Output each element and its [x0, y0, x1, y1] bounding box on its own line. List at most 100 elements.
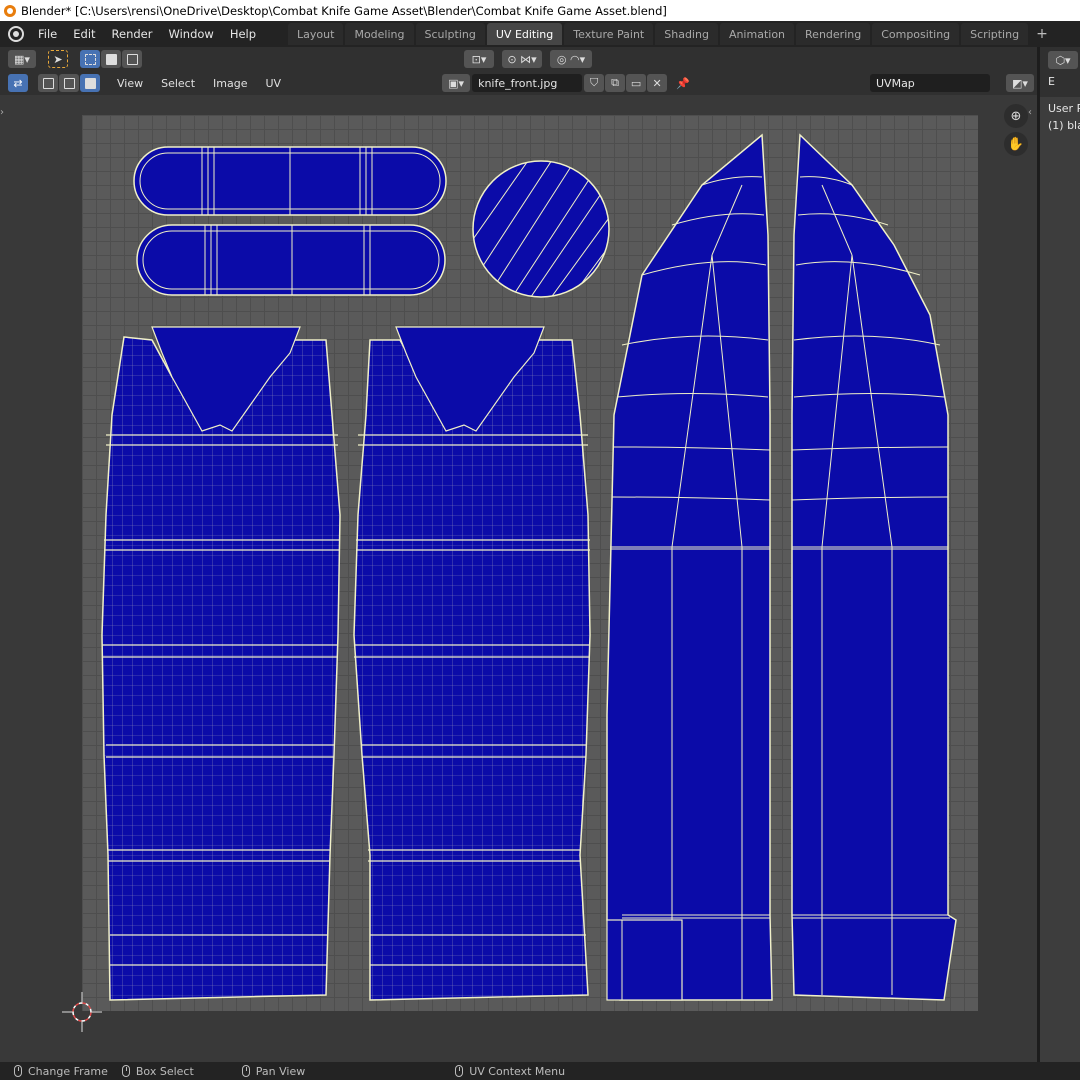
image-browse-icon: ▣▾ — [448, 76, 465, 90]
tab-shading[interactable]: Shading — [655, 23, 718, 45]
window-title: Blender* [C:\Users\rensi\OneDrive\Deskto… — [21, 3, 667, 18]
tab-scripting[interactable]: Scripting — [961, 23, 1029, 45]
mouse-icon — [241, 1065, 250, 1077]
3d-viewport-panel: ⬡▾ E User Pe (1) blac — [1040, 47, 1080, 1062]
mouse-icon — [455, 1065, 464, 1077]
menu-edit[interactable]: Edit — [65, 27, 103, 41]
tab-layout[interactable]: Layout — [288, 23, 344, 45]
proportional-icon: ◎ ◠▾ — [556, 52, 586, 66]
status-pan-view: Pan View — [241, 1064, 306, 1078]
uv-editor-header: ⇄ View Select Image UV ▣▾ knife_front.jp… — [0, 71, 1037, 95]
menu-help[interactable]: Help — [222, 27, 264, 41]
mouse-icon — [14, 1065, 22, 1077]
viewport-editor-type-button[interactable]: ⬡▾ — [1048, 51, 1078, 69]
status-box-select: Box Select — [121, 1064, 194, 1078]
select-cursor-icon: ➤ — [53, 52, 63, 66]
status-label: Pan View — [255, 1064, 306, 1078]
status-label: Change Frame — [28, 1064, 108, 1078]
tab-uv-editing[interactable]: UV Editing — [486, 23, 563, 45]
face-mode-icon — [84, 77, 96, 89]
tab-sculpting[interactable]: Sculpting — [415, 23, 485, 45]
uv-islands[interactable] — [82, 115, 978, 1011]
zoom-view-button[interactable]: ⊕ — [1004, 104, 1028, 128]
face-mode-button[interactable] — [80, 74, 100, 92]
menu-window[interactable]: Window — [160, 27, 221, 41]
uv-grid[interactable] — [82, 115, 978, 1011]
status-uv-context-menu: UV Context Menu — [455, 1065, 565, 1078]
pivot-icon: ⊡▾ — [471, 52, 487, 66]
uv-map-selector[interactable]: UVMap — [870, 74, 990, 92]
tab-animation[interactable]: Animation — [719, 23, 795, 45]
open-image-button[interactable]: ▭ — [626, 74, 647, 92]
sync-selection-icon: ⇄ — [13, 76, 23, 90]
status-label: UV Context Menu — [469, 1064, 566, 1078]
vertex-mode-button[interactable] — [38, 74, 58, 92]
tab-modeling[interactable]: Modeling — [345, 23, 414, 45]
uv-island-blade-right[interactable] — [791, 133, 957, 1001]
viewport-object-label: (1) blac — [1048, 119, 1080, 132]
snap-button[interactable]: ⊙ ⋈▾ — [502, 50, 542, 68]
zoom-icon: ⊕ — [1010, 108, 1022, 124]
tab-rendering[interactable]: Rendering — [796, 23, 871, 45]
pin-image-button[interactable]: 📌 — [673, 74, 693, 92]
add-workspace-button[interactable]: + — [1030, 23, 1054, 45]
workspace-tabs: Layout Modeling Sculpting UV Editing Tex… — [288, 23, 1054, 45]
viewport-perspective-label: User Pe — [1048, 102, 1080, 115]
blender-logo-icon[interactable] — [8, 26, 24, 42]
tab-compositing[interactable]: Compositing — [872, 23, 960, 45]
open-image-icon: ▭ — [630, 76, 642, 90]
edge-mode-icon — [63, 77, 75, 89]
uv-island-handle-right[interactable] — [353, 326, 591, 1001]
window-titlebar: Blender* [C:\Users\rensi\OneDrive\Deskto… — [0, 0, 1080, 21]
menu-uv[interactable]: UV — [257, 77, 291, 90]
toolbar-expand-arrow[interactable]: › — [0, 107, 4, 118]
fake-user-button[interactable]: ⛉ — [584, 74, 605, 92]
pivot-point-button[interactable]: ⊡▾ — [464, 50, 494, 68]
vertex-mode-icon — [42, 77, 54, 89]
proportional-edit-button[interactable]: ◎ ◠▾ — [550, 50, 592, 68]
sidebar-expand-arrow[interactable]: ‹ — [1028, 107, 1032, 118]
uv-island-blade-left[interactable] — [606, 133, 773, 1001]
menu-image[interactable]: Image — [204, 77, 256, 90]
uv-island-handle-left[interactable] — [101, 326, 341, 1001]
overlay-icon: ◩▾ — [1012, 76, 1028, 90]
select-tool-button[interactable]: ➤ — [48, 50, 68, 68]
menu-view[interactable]: View — [108, 77, 152, 90]
pan-view-button[interactable]: ✋ — [1004, 132, 1028, 156]
box-select-extend-icon — [105, 53, 117, 65]
hand-icon: ✋ — [1007, 136, 1025, 152]
menu-render[interactable]: Render — [104, 27, 161, 41]
snap-icon: ⊙ ⋈▾ — [507, 52, 537, 66]
menu-file[interactable]: File — [30, 27, 65, 41]
close-icon: ✕ — [652, 76, 662, 90]
editor-type-button[interactable]: ▦▾ — [8, 50, 36, 68]
unlink-image-button[interactable]: ✕ — [647, 74, 668, 92]
uv-editor: ▦▾ ➤ ⊡▾ ⊙ ⋈▾ ◎ ◠▾ ⇄ View Select Image UV… — [0, 47, 1037, 1062]
select-new-mode-button[interactable] — [80, 50, 100, 68]
uv-tool-header: ▦▾ ➤ ⊡▾ ⊙ ⋈▾ ◎ ◠▾ — [0, 47, 1037, 71]
fake-user-icon: ⛉ — [589, 76, 599, 89]
viewport-mode-label: E — [1048, 75, 1055, 88]
tab-texture-paint[interactable]: Texture Paint — [564, 23, 654, 45]
uv-island-cap-top[interactable] — [133, 146, 447, 216]
uv-island-cap-bottom[interactable] — [136, 224, 446, 296]
status-change-frame: Change Frame — [14, 1065, 108, 1078]
3d-cursor-icon[interactable] — [60, 990, 104, 1034]
select-extend-mode-button[interactable] — [101, 50, 121, 68]
mouse-icon — [121, 1065, 130, 1077]
select-subtract-mode-button[interactable] — [122, 50, 142, 68]
top-menu-bar: File Edit Render Window Help Layout Mode… — [0, 21, 1080, 47]
menu-select[interactable]: Select — [152, 77, 204, 90]
3d-viewport[interactable]: User Pe (1) blac — [1040, 97, 1080, 1062]
status-label: Box Select — [135, 1064, 194, 1078]
box-select-new-icon — [84, 53, 96, 65]
image-name-field[interactable]: knife_front.jpg — [472, 74, 583, 92]
image-browse-button[interactable]: ▣▾ — [442, 74, 471, 92]
new-image-button[interactable]: ⧉ — [605, 74, 626, 92]
edge-mode-button[interactable] — [59, 74, 79, 92]
uv-island-circle[interactable] — [447, 150, 632, 310]
display-options-button[interactable]: ◩▾ — [1006, 74, 1034, 92]
blender-app-icon — [4, 4, 16, 17]
status-bar: Change Frame Box Select Pan View UV Cont… — [0, 1062, 1080, 1080]
sync-selection-button[interactable]: ⇄ — [8, 74, 28, 92]
